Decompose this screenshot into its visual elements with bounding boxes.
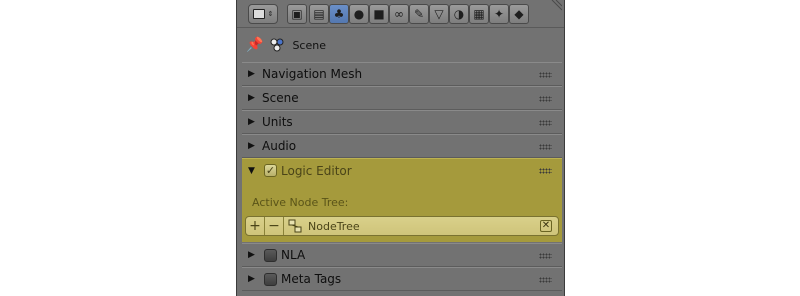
node-tree-name: NodeTree [308,219,360,233]
context-breadcrumb: 📌 Scene [237,31,564,59]
drag-grip-icon[interactable] [539,253,552,259]
expand-triangle-icon: ▶ [248,141,255,151]
area-corner-icon[interactable] [548,0,562,14]
scene-tab[interactable]: ♣ [329,4,349,24]
expand-triangle-icon: ▶ [248,93,255,103]
node-tree-icon [288,219,302,233]
node-tree-selector[interactable]: + − NodeTree ✕ [245,216,559,236]
logic-editor-body: Active Node Tree: + − NodeTree ✕ [242,182,562,242]
drag-grip-icon[interactable] [539,168,552,174]
panel-label: Meta Tags [281,272,342,286]
panel-scene[interactable]: ▶ Scene [242,86,562,110]
nla-checkbox[interactable] [264,248,277,262]
drag-grip-icon[interactable] [539,277,552,283]
texture-tab[interactable]: ▦ [469,4,489,24]
object-data-icon: ▽ [434,7,444,21]
drag-grip-icon[interactable] [539,96,552,102]
expand-triangle-icon: ▶ [248,69,255,79]
drag-grip-icon[interactable] [539,72,552,78]
texture-icon: ▦ [473,7,485,21]
constraints-icon: ∞ [394,7,404,21]
panel-logic-editor[interactable]: ▼ ✓ Logic Editor [242,158,562,182]
scene-icon [270,38,284,52]
context-label: Scene [292,38,326,52]
panel-label: Navigation Mesh [262,67,363,81]
world-tab[interactable]: ● [349,4,369,24]
drag-grip-icon[interactable] [539,120,552,126]
scene-icon: ♣ [333,7,345,21]
meta-tags-checkbox[interactable] [264,272,277,286]
properties-editor-icon [252,9,265,19]
panel-meta-tags[interactable]: ▶ Meta Tags [242,267,562,291]
particles-tab[interactable]: ✦ [489,4,509,24]
panel-label: Scene [262,91,299,105]
editor-type-menu[interactable]: ⇕ [248,4,278,24]
expand-triangle-icon: ▶ [248,250,255,260]
updown-arrow-icon: ⇕ [267,9,274,18]
remove-icon[interactable]: − [265,217,284,235]
panel-label: NLA [281,248,306,262]
active-node-tree-label: Active Node Tree: [252,196,349,209]
properties-header: ⇕ ▣ ▤ ♣ ● ■ ∞ ✎ ▽ ◑ ▦ ✦ ◆ [237,0,564,28]
panel-audio[interactable]: ▶ Audio [242,134,562,158]
modifiers-icon: ✎ [413,7,425,21]
panel-units[interactable]: ▶ Units [242,110,562,134]
collapse-triangle-icon: ▼ [248,165,255,176]
expand-triangle-icon: ▶ [248,274,255,284]
render-icon: ▣ [291,7,303,21]
physics-tab[interactable]: ◆ [509,4,529,24]
object-tab[interactable]: ■ [369,4,389,24]
world-icon: ● [353,7,365,21]
modifiers-tab[interactable]: ✎ [409,4,429,24]
physics-icon: ◆ [514,7,524,21]
render-layers-icon: ▤ [313,7,325,21]
panel-label: Logic Editor [281,163,352,178]
render-tab[interactable]: ▣ [287,4,307,24]
panel-navigation-mesh[interactable]: ▶ Navigation Mesh [242,62,562,86]
object-data-tab[interactable]: ▽ [429,4,449,24]
constraints-tab[interactable]: ∞ [389,4,409,24]
drag-grip-icon[interactable] [539,144,552,150]
panel-nla[interactable]: ▶ NLA [242,243,562,267]
panel-label: Units [262,115,293,129]
panel-label: Audio [262,139,297,153]
logic-editor-checkbox[interactable]: ✓ [264,164,277,177]
expand-triangle-icon: ▶ [248,117,255,127]
particles-icon: ✦ [493,7,505,21]
pin-icon[interactable]: 📌 [246,37,263,53]
add-icon[interactable]: + [246,217,265,235]
material-tab[interactable]: ◑ [449,4,469,24]
properties-editor: ⇕ ▣ ▤ ♣ ● ■ ∞ ✎ ▽ ◑ ▦ ✦ ◆ 📌 Scene ▶ Navigation Mesh… [236,0,565,296]
render-layers-tab[interactable]: ▤ [309,4,329,24]
clear-icon[interactable]: ✕ [540,220,552,232]
material-icon: ◑ [453,7,465,21]
object-icon: ■ [373,7,385,21]
